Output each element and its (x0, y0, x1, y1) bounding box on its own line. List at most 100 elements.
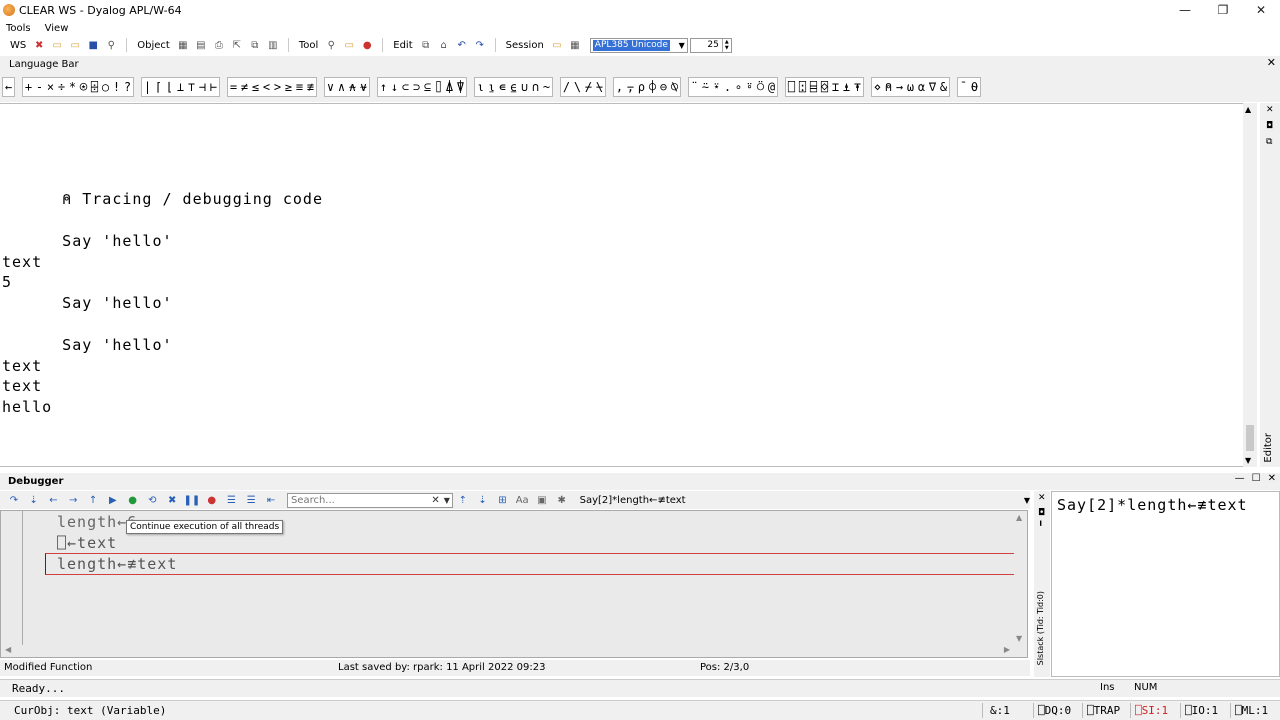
apl-glyph-button[interactable]: & (938, 78, 949, 96)
apl-glyph-button[interactable]: ⍨ (700, 78, 711, 96)
restart-threads-icon[interactable]: ⟲ (143, 493, 161, 507)
apl-glyph-button[interactable]: ⍣ (711, 78, 722, 96)
apl-glyph-button[interactable]: ⌸ (808, 78, 819, 96)
apl-glyph-button[interactable]: ⍀ (594, 78, 605, 96)
apl-glyph-button[interactable]: ⍋ (444, 78, 455, 96)
clear-search-icon[interactable]: ✕ (431, 495, 439, 506)
namespace-icon[interactable]: ▤ (193, 38, 209, 52)
apl-glyph-button[interactable]: ∩ (530, 78, 541, 96)
apl-glyph-button[interactable]: ≢ (305, 78, 316, 96)
apl-glyph-button[interactable]: ○ (100, 78, 111, 96)
debugger-horizontal-scrollbar[interactable]: ◀ ▶ (1, 645, 1014, 657)
apl-glyph-button[interactable]: ↓ (389, 78, 400, 96)
scroll-up-icon[interactable]: ▲ (1245, 105, 1251, 114)
session-line[interactable]: text (2, 357, 42, 375)
menu-view[interactable]: View (45, 23, 69, 34)
apl-glyph-button[interactable]: . (722, 78, 733, 96)
save-ws-icon[interactable]: ■ (85, 38, 101, 52)
session-line[interactable]: ⍝ Tracing / debugging code (2, 190, 323, 208)
apl-glyph-button[interactable]: , (614, 78, 625, 96)
session-line[interactable]: Say 'hello' (2, 336, 173, 354)
pin-icon[interactable]: ╹ (1038, 522, 1043, 532)
debugger-vertical-scrollbar[interactable]: ▲ ▼ (1014, 511, 1027, 645)
function-selector[interactable]: Say[2]*length←≢text ▼ (578, 493, 1030, 508)
copy-icon[interactable]: ⧉ (418, 38, 434, 52)
close-button[interactable]: ✕ (1242, 0, 1280, 20)
continue-icon[interactable]: ▶ (104, 493, 122, 507)
session-window[interactable]: ⍝ Tracing / debugging code Say 'hello' te… (0, 103, 1257, 467)
apl-glyph-button[interactable]: ÷ (56, 78, 67, 96)
line-back-icon[interactable]: ← (45, 493, 63, 507)
editor-tab-label[interactable]: Editor (1263, 433, 1274, 463)
code-line[interactable]: ⎕←text (57, 534, 117, 552)
dock-icon[interactable]: ◘ (1038, 508, 1045, 518)
apl-glyph-button[interactable]: ⎕ (786, 78, 797, 96)
apl-glyph-button[interactable]: ⍷ (508, 78, 519, 96)
apl-glyph-button[interactable]: ⍟ (78, 78, 89, 96)
apl-glyph-button[interactable]: ≡ (294, 78, 305, 96)
apl-glyph-button[interactable]: ⍒ (455, 78, 466, 96)
search-prev-icon[interactable]: ⇡ (454, 493, 472, 507)
apl-glyph-button[interactable]: ⊖ (658, 78, 669, 96)
code-line-current[interactable]: length←≢text (57, 555, 177, 573)
apl-glyph-button[interactable]: ⍸ (486, 78, 497, 96)
close-icon[interactable]: ✕ (1268, 473, 1276, 484)
apl-glyph-button[interactable]: ≠ (239, 78, 250, 96)
apl-glyph-button[interactable]: ≤ (250, 78, 261, 96)
apl-glyph-button[interactable]: ? (122, 78, 133, 96)
apl-glyph-button[interactable]: ⍴ (636, 78, 647, 96)
apl-glyph-button[interactable]: ∨ (325, 78, 336, 96)
apl-glyph-button[interactable]: ⍠ (797, 78, 808, 96)
quit-function-icon[interactable]: ✖ (163, 493, 181, 507)
paste-icon[interactable]: ⌂ (436, 38, 452, 52)
minimize-icon[interactable]: — (1235, 473, 1245, 484)
open-ws-icon[interactable]: ▭ (49, 38, 65, 52)
continue-all-threads-icon[interactable]: ● (124, 493, 142, 507)
export-icon[interactable]: ⇱ (229, 38, 245, 52)
interrupt-icon[interactable]: ● (359, 38, 375, 52)
apl-glyph-button[interactable]: × (45, 78, 56, 96)
step-out-icon[interactable]: ↑ (84, 493, 102, 507)
maximize-icon[interactable]: ☐ (1252, 473, 1261, 484)
apl-glyph-button[interactable]: ⍤ (744, 78, 755, 96)
redo-icon[interactable]: ↷ (472, 38, 488, 52)
return-icon[interactable]: ⇤ (262, 493, 280, 507)
apl-glyph-button[interactable]: ∘ (733, 78, 744, 96)
apl-glyph-button[interactable]: ⍺ (916, 78, 927, 96)
apl-glyph-button[interactable]: ⊥ (175, 78, 186, 96)
session-folder-icon[interactable]: ▭ (549, 38, 565, 52)
session-line[interactable]: Say 'hello' (2, 232, 173, 250)
apl-glyph-button[interactable]: > (272, 78, 283, 96)
apl-glyph-button[interactable]: ⍱ (358, 78, 369, 96)
apl-glyph-button[interactable]: ∊ (497, 78, 508, 96)
menu-tools[interactable]: Tools (6, 23, 31, 34)
apl-glyph-button[interactable]: ⊂ (400, 78, 411, 96)
apl-glyph-button[interactable]: ⌿ (583, 78, 594, 96)
scroll-up-icon[interactable]: ▲ (1016, 513, 1022, 522)
apl-glyph-button[interactable]: * (67, 78, 78, 96)
debugger-gutter[interactable] (1, 511, 23, 645)
apl-glyph-button[interactable]: ⌽ (647, 78, 658, 96)
apl-glyph-button[interactable]: ⊆ (422, 78, 433, 96)
apl-glyph-button[interactable]: ⍵ (905, 78, 916, 96)
scrollbar-thumb[interactable] (1246, 425, 1254, 451)
apl-glyph-button[interactable]: ⍬ (969, 78, 980, 96)
apl-glyph-button[interactable]: ⊢ (208, 78, 219, 96)
font-size-spinner[interactable]: 25 ▲ ▼ (689, 37, 732, 53)
apl-glyph-button[interactable]: - (34, 78, 45, 96)
apl-glyph-button[interactable]: ⍲ (347, 78, 358, 96)
apl-glyph-button[interactable]: ⌷ (433, 78, 444, 96)
scroll-right-icon[interactable]: ▶ (1004, 645, 1010, 654)
apl-glyph-button[interactable]: ⍉ (669, 78, 680, 96)
scroll-down-icon[interactable]: ▼ (1245, 456, 1251, 465)
apl-glyph-button[interactable]: ⌈ (153, 78, 164, 96)
apl-glyph-button[interactable]: ⌺ (819, 78, 830, 96)
search-icon[interactable]: ⚲ (323, 38, 339, 52)
step-into-icon[interactable]: ⇣ (25, 493, 43, 507)
line-forward-icon[interactable]: → (64, 493, 82, 507)
grid-icon[interactable]: ▦ (175, 38, 191, 52)
dock-icon[interactable]: ◘ (1266, 121, 1273, 131)
scroll-down-icon[interactable]: ▼ (1016, 634, 1022, 643)
apl-glyph-button[interactable]: ⌹ (89, 78, 100, 96)
apl-glyph-button[interactable]: ⌊ (164, 78, 175, 96)
